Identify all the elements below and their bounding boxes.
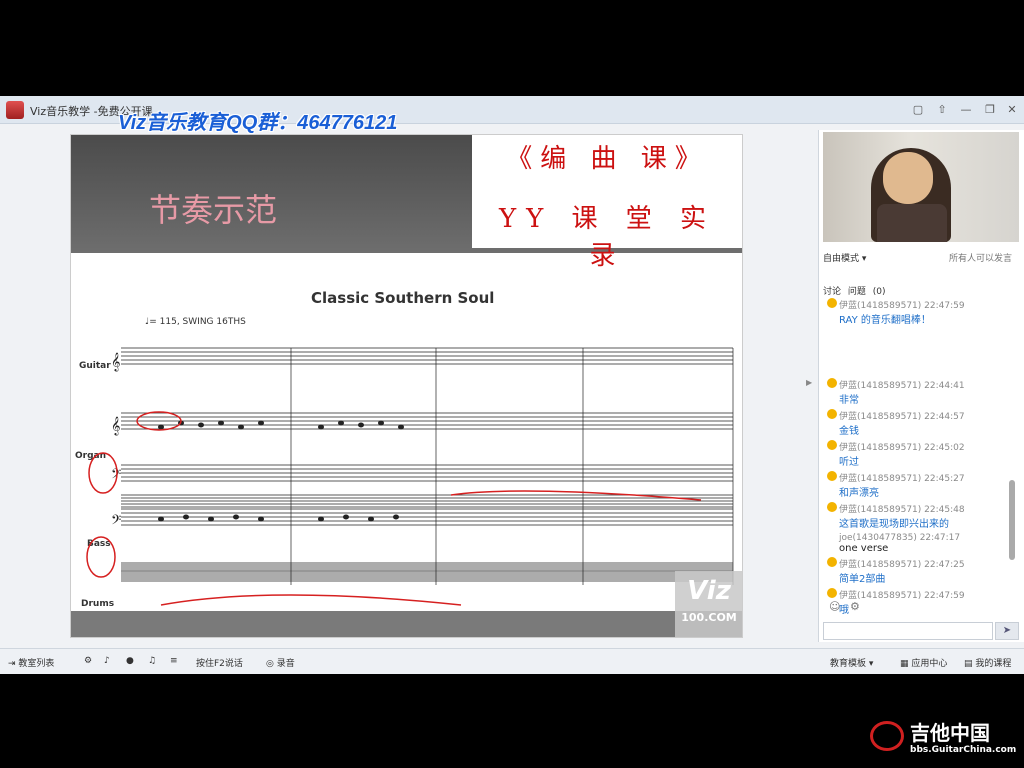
msg-meta: 伊蓝(1418589571) 22:45:48: [839, 505, 965, 515]
skin-button[interactable]: ▢: [910, 102, 926, 118]
music-icon[interactable]: ♫: [148, 656, 156, 666]
msg-meta: 伊蓝(1418589571) 22:45:02: [839, 443, 965, 453]
viz-logo: Viz 100.COM: [675, 571, 742, 637]
chat-panel: 自由模式 ▾ 所有人可以发言 讨论 问题 (0) 伊蓝(1418589571) …: [818, 130, 1024, 642]
pinned-message: 伊蓝(1418589571) 22:47:59 RAY 的音乐翻唱棒！: [825, 298, 1019, 330]
score-footer: [71, 611, 742, 637]
chat-message: 伊蓝(1418589571) 22:45:02 听过: [825, 440, 1015, 468]
my-courses-button[interactable]: ▤ 我的课程: [964, 656, 1011, 669]
msg-text: RAY 的音乐翻唱棒！: [839, 315, 931, 326]
course-title-box: 《编 曲 课》 YY 课 堂 实 录: [472, 135, 742, 271]
msg-text: 和声漂亮: [839, 488, 879, 499]
restore-button[interactable]: ❐: [982, 102, 998, 118]
presentation-stage: 节奏示范 《编 曲 课》 YY 课 堂 实 录 Classic Southern…: [70, 134, 743, 638]
app-logo-icon: [6, 101, 24, 119]
pinned-msg: 伊蓝(1418589571) 22:47:59 RAY 的音乐翻唱棒！: [825, 298, 1019, 326]
push-to-talk-button[interactable]: 按住F2说话: [196, 656, 243, 669]
template-dropdown[interactable]: 教育模板 ▾: [830, 656, 873, 669]
chat-message: 伊蓝(1418589571) 22:45:48 这首歌是现场即兴出来的: [825, 502, 1015, 530]
presenter: [871, 148, 951, 242]
msg-text: one verse: [839, 543, 889, 554]
course-title: 《编 曲 课》: [506, 144, 709, 174]
watermark-name: 吉他中国: [910, 721, 990, 745]
msg-meta: 伊蓝(1418589571) 22:47:25: [839, 560, 965, 570]
qq-group-banner: Viz音乐教育QQ群：464776121: [118, 112, 398, 134]
collapse-panel-arrow-icon[interactable]: ▶: [806, 378, 812, 387]
permission-label: 所有人可以发言: [949, 254, 1013, 264]
classroom-list-button[interactable]: ⇥ 教室列表: [8, 656, 54, 669]
tab-discussion[interactable]: 讨论: [823, 287, 841, 297]
tab-questions[interactable]: 问题: [848, 287, 866, 297]
msg-text: 这首歌是现场即兴出来的: [839, 519, 949, 530]
msg-meta: 伊蓝(1418589571) 22:44:41: [839, 381, 965, 391]
chat-input[interactable]: [823, 622, 993, 640]
title-bar: Viz音乐教学 -免费公开课 Viz音乐教育QQ群：464776121 ▢ ⇧ …: [0, 96, 1024, 134]
app-center-label: 应用中心: [911, 659, 948, 669]
classroom-list-label: 教室列表: [18, 659, 55, 669]
chat-toolbar: ☺ ⚙: [829, 600, 860, 613]
smiley-icon[interactable]: ☺: [829, 600, 840, 613]
close-button[interactable]: ✕: [1004, 102, 1020, 118]
record-label: 录音: [276, 659, 295, 669]
msg-meta: 伊蓝(1418589571) 22:47:59: [839, 301, 965, 311]
mic-icon[interactable]: ●: [126, 656, 134, 666]
svg-text:𝄞: 𝄞: [111, 416, 120, 436]
music-score: 𝄞𝄞𝄢𝄢: [86, 347, 734, 606]
mode-dropdown[interactable]: 自由模式 ▾: [823, 251, 866, 264]
mixer-icon[interactable]: ≡: [170, 656, 178, 666]
msg-meta: 伊蓝(1418589571) 22:45:27: [839, 474, 965, 484]
user-avatar-icon: [827, 471, 837, 481]
watermark-url: bbs.GuitarChina.com: [910, 745, 1017, 755]
teacher-video: [823, 132, 1019, 242]
svg-text:𝄢: 𝄢: [111, 512, 121, 531]
chat-scrollbar[interactable]: [1009, 480, 1015, 560]
my-courses-label: 我的课程: [975, 659, 1012, 669]
msg-text: 听过: [839, 457, 859, 468]
guitar-logo-icon: [870, 721, 904, 751]
msg-text: 金钱: [839, 426, 859, 437]
user-avatar-icon: [827, 409, 837, 419]
msg-meta: joe(1430477835) 22:47:17: [839, 533, 961, 543]
msg-text: 非常: [839, 395, 859, 406]
chat-messages: 伊蓝(1418589571) 22:44:41 非常 伊蓝(1418589571)…: [825, 378, 1015, 619]
msg-meta: 伊蓝(1418589571) 22:44:57: [839, 412, 965, 422]
record-button[interactable]: ◎ 录音: [266, 656, 295, 669]
slide-heading: 节奏示范: [149, 191, 278, 229]
msg-text: 简单2部曲: [839, 574, 886, 585]
chat-message: 伊蓝(1418589571) 22:45:27 和声漂亮: [825, 471, 1015, 499]
chat-tabs: 讨论 问题 (0): [823, 284, 890, 297]
classroom-window: Viz音乐教学 -免费公开课 Viz音乐教育QQ群：464776121 ▢ ⇧ …: [0, 96, 1024, 674]
course-subtitle: YY 课 堂 实 录: [498, 204, 717, 271]
viz-logo-top: Viz: [687, 576, 731, 606]
minimize-button[interactable]: —: [958, 102, 974, 118]
video-frame: Viz音乐教学 -免费公开课 Viz音乐教育QQ群：464776121 ▢ ⇧ …: [0, 0, 1024, 768]
chat-message: 伊蓝(1418589571) 22:47:25 简单2部曲: [825, 557, 1015, 585]
svg-text:𝄞: 𝄞: [111, 352, 120, 372]
user-avatar-icon: [827, 378, 837, 388]
user-avatar-icon: [827, 557, 837, 567]
pin-button[interactable]: ⇧: [934, 102, 950, 118]
viz-logo-bottom: 100.COM: [681, 611, 737, 624]
user-avatar-icon: [827, 502, 837, 512]
user-avatar-icon: [827, 440, 837, 450]
speaker-icon[interactable]: ♪: [104, 656, 110, 666]
chat-message: 伊蓝(1418589571) 22:44:57 金钱: [825, 409, 1015, 437]
user-avatar-icon: [827, 588, 837, 598]
gear-icon[interactable]: ⚙: [850, 600, 860, 613]
send-button[interactable]: ➤: [995, 622, 1019, 640]
status-bar: ⇥ 教室列表 ⚙ ♪ ● ♫ ≡ 按住F2说话 ◎ 录音 教育模板 ▾ ▦ 应用…: [0, 648, 1024, 674]
presenter-shirt: [877, 204, 947, 242]
site-watermark: 吉他中国 bbs.GuitarChina.com: [870, 717, 1020, 761]
app-center-button[interactable]: ▦ 应用中心: [900, 656, 947, 669]
chat-message: joe(1430477835) 22:47:17 one verse: [825, 533, 1015, 554]
presenter-face: [883, 152, 933, 204]
chat-message: 伊蓝(1418589571) 22:44:41 非常: [825, 378, 1015, 406]
user-avatar-icon: [827, 298, 837, 308]
settings-icon[interactable]: ⚙: [84, 656, 92, 666]
tab-questions-count: (0): [872, 287, 886, 297]
